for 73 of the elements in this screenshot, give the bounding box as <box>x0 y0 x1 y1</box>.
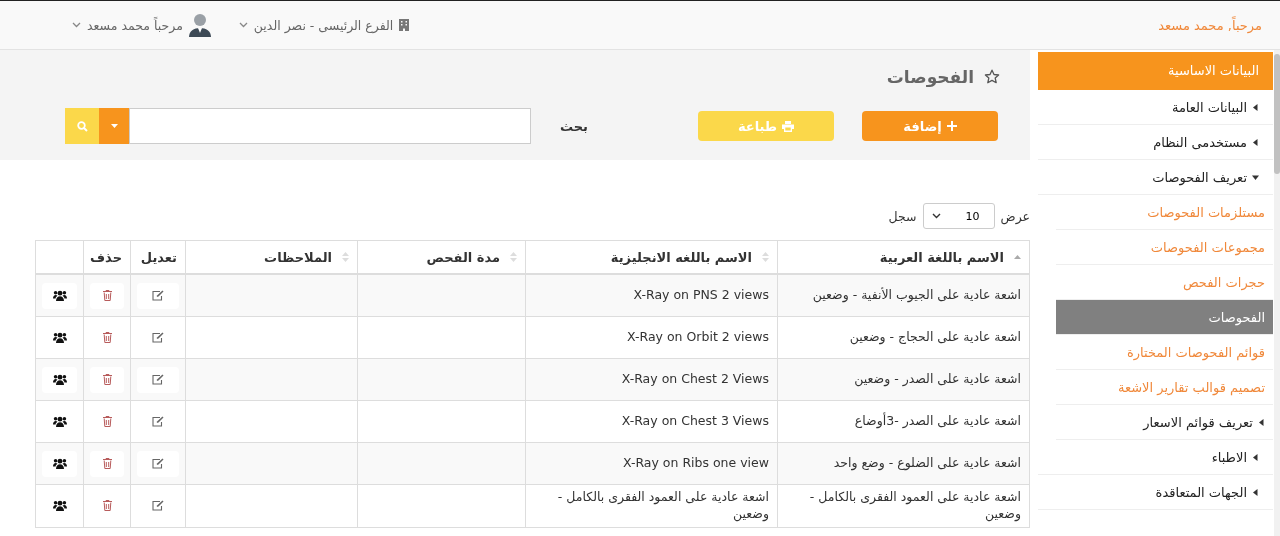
table-cell: اشعة عادية على الحجاج - وضعين <box>777 316 1030 359</box>
table-cell: اشعة عادية على الصدر -3أوضاع <box>777 400 1030 443</box>
users-icon <box>52 290 67 301</box>
greeting-text: مرحباً, محمد مسعد <box>1158 17 1262 33</box>
trash-icon <box>102 290 112 301</box>
edit-icon <box>152 458 164 469</box>
search-icon <box>76 120 88 132</box>
star-icon <box>984 69 1000 85</box>
sidebar-item[interactable]: الفحوصات <box>1056 300 1273 335</box>
users-icon <box>52 500 67 512</box>
chevron-down-icon <box>72 22 81 28</box>
avatar-icon <box>188 13 211 37</box>
users-icon <box>52 332 67 343</box>
table-cell: X-Ray on Chest 2 Views <box>525 358 778 401</box>
caret-icon <box>1258 418 1265 426</box>
printer-icon <box>782 120 795 132</box>
delete-button[interactable] <box>90 282 124 309</box>
branch-dropdown[interactable]: الفرع الرئيسى - نصر الدين <box>238 17 410 33</box>
edit-button[interactable] <box>137 450 179 477</box>
edit-icon <box>152 332 164 343</box>
caret-icon <box>1252 138 1259 146</box>
sidebar-header: البيانات الاساسية <box>1038 52 1273 90</box>
search-label: بحث <box>559 118 588 134</box>
edit-icon <box>152 416 164 427</box>
edit-button[interactable] <box>137 366 179 393</box>
search-field[interactable] <box>129 108 531 144</box>
table-cell: اشعة عادية على الجيوب الأنفية - وضعين <box>777 274 1030 317</box>
scrollbar[interactable] <box>1274 50 1280 536</box>
table-cell: اشعة عادية على العمود الفقرى بالكامل - وضعين <box>525 484 778 528</box>
members-button[interactable] <box>42 450 77 477</box>
sidebar-item[interactable]: الاطباء <box>1038 440 1273 475</box>
user-dropdown[interactable]: مرحباً محمد مسعد <box>72 13 211 37</box>
trash-icon <box>102 332 112 343</box>
trash-icon <box>102 458 112 469</box>
table-cell: اشعة عادية على الضلوع - وضع واحد <box>777 442 1030 485</box>
members-button[interactable] <box>42 366 77 393</box>
users-icon <box>52 374 67 385</box>
building-icon <box>399 19 410 31</box>
table-cell: اشعة عادية على الصدر - وضعين <box>777 358 1030 401</box>
edit-icon <box>152 374 164 385</box>
page-size-select[interactable]: 10 <box>922 203 995 229</box>
plus-icon <box>946 121 957 131</box>
table-cell: X-Ray on Ribs one view <box>525 442 778 485</box>
edit-icon <box>152 290 164 301</box>
table-cell: اشعة عادية على العمود الفقرى بالكامل - وضعين <box>777 484 1030 528</box>
caret-icon <box>1252 488 1259 496</box>
chevron-down-icon <box>931 213 941 219</box>
caret-icon <box>1252 103 1259 111</box>
edit-icon <box>152 500 164 512</box>
edit-button[interactable] <box>137 282 179 309</box>
page-title: الفحوصات <box>886 67 974 87</box>
members-button[interactable] <box>42 282 77 309</box>
delete-button[interactable] <box>90 450 124 477</box>
sidebar-item[interactable]: الجهات المتعاقدة <box>1038 475 1273 510</box>
table-cell: X-Ray on Orbit 2 views <box>525 316 778 359</box>
users-icon <box>52 458 67 469</box>
delete-button[interactable] <box>90 366 124 393</box>
caret-icon <box>1252 453 1259 461</box>
chevron-down-icon <box>238 22 248 28</box>
trash-icon <box>102 374 112 385</box>
records-label: سجل <box>888 208 917 224</box>
table-cell: X-Ray on Chest 3 Views <box>525 400 778 443</box>
caret-icon <box>110 124 118 128</box>
sidebar-item[interactable]: تعريف قوائم الاسعار <box>1056 405 1273 440</box>
caret-icon <box>1252 173 1259 181</box>
trash-icon <box>102 416 112 427</box>
trash-icon <box>102 500 112 512</box>
sidebar-item[interactable]: البيانات العامة <box>1038 90 1273 125</box>
table-cell: X-Ray on PNS 2 views <box>525 274 778 317</box>
users-icon <box>52 416 67 427</box>
show-label: عرض <box>1000 208 1030 224</box>
sidebar-item[interactable]: تعريف الفحوصات <box>1038 160 1273 195</box>
sidebar-item[interactable]: مستخدمى النظام <box>1038 125 1273 160</box>
